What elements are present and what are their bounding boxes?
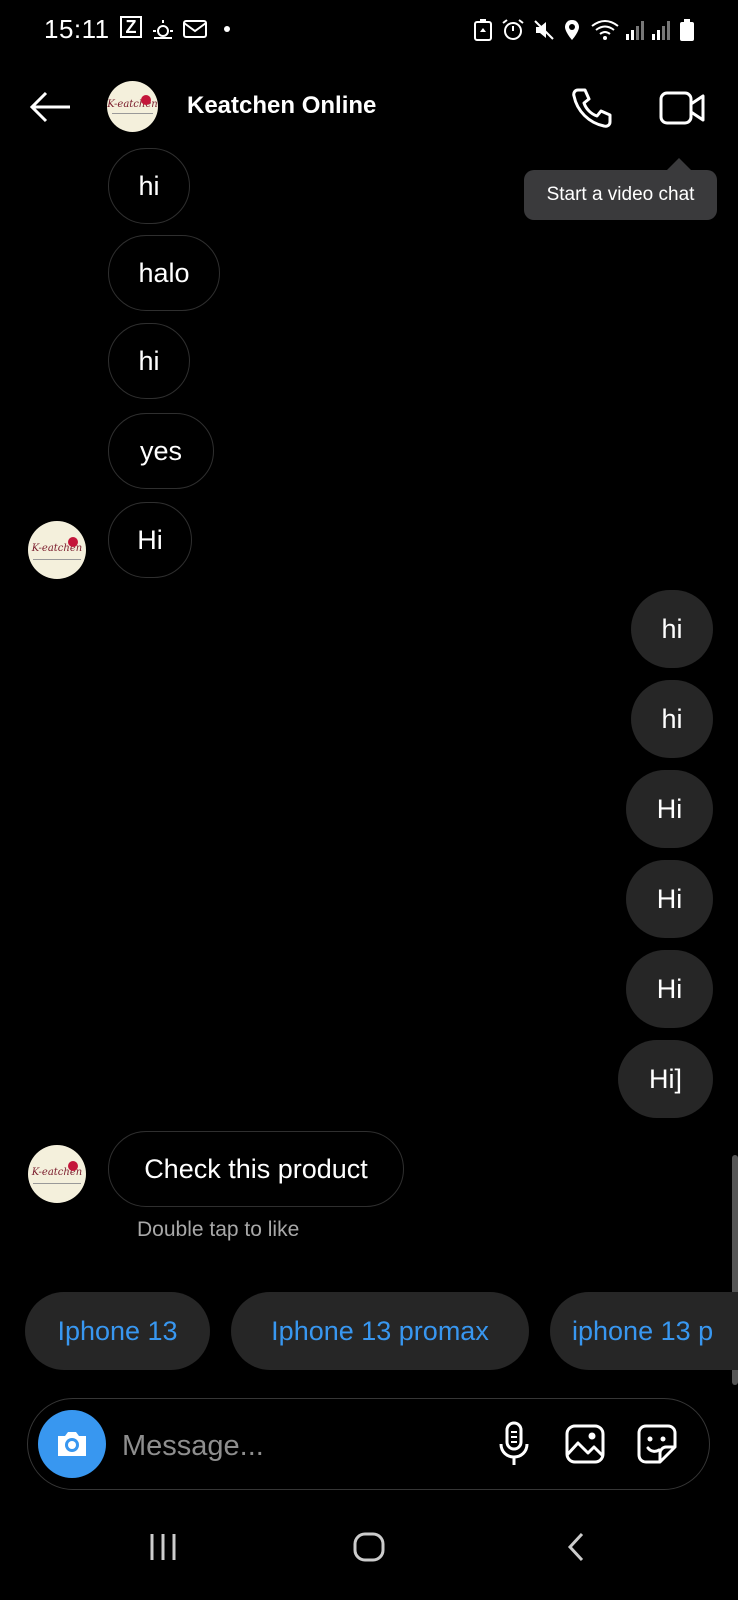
back-icon[interactable] xyxy=(564,1530,588,1564)
double-tap-hint: Double tap to like xyxy=(137,1218,300,1241)
camera-button[interactable] xyxy=(38,1410,106,1478)
incoming-message[interactable]: Check this product xyxy=(108,1131,404,1207)
gallery-icon[interactable] xyxy=(564,1423,606,1465)
incoming-message[interactable]: yes xyxy=(108,413,214,489)
alarm-icon xyxy=(502,19,524,40)
microphone-icon[interactable] xyxy=(497,1420,531,1468)
weather-icon xyxy=(153,20,173,39)
avatar-logo-line xyxy=(112,113,153,114)
mute-icon xyxy=(534,20,554,40)
status-time: 15:11 xyxy=(44,14,110,44)
incoming-message[interactable]: hi xyxy=(108,148,190,224)
z-app-icon: Z xyxy=(120,16,142,38)
battery-icon xyxy=(680,19,694,41)
outgoing-message[interactable]: Hi xyxy=(626,770,713,848)
outgoing-message[interactable]: Hi xyxy=(626,950,713,1028)
quick-reply-chip[interactable]: Iphone 13 promax xyxy=(231,1292,529,1370)
sender-avatar[interactable]: K-eatchen xyxy=(28,521,86,579)
incoming-message[interactable]: halo xyxy=(108,235,220,311)
mail-icon xyxy=(183,20,207,38)
wifi-icon xyxy=(591,20,619,40)
camera-icon xyxy=(58,1432,86,1456)
avatar-logo-text: K-eatchen xyxy=(31,1167,83,1178)
message-input[interactable] xyxy=(120,1420,464,1472)
signal-icon xyxy=(652,21,670,40)
chat-title[interactable]: Keatchen Online xyxy=(187,92,376,120)
back-arrow-icon[interactable] xyxy=(28,90,74,124)
outgoing-message[interactable]: hi xyxy=(631,680,713,758)
dot-icon xyxy=(224,26,230,32)
avatar-logo-dot xyxy=(68,1161,78,1171)
video-camera-icon[interactable] xyxy=(658,88,706,128)
avatar-logo-dot xyxy=(68,537,78,547)
quick-reply-chip[interactable]: Iphone 13 xyxy=(25,1292,210,1370)
outgoing-message[interactable]: hi xyxy=(631,590,713,668)
signal-icon xyxy=(626,21,644,40)
recent-apps-icon[interactable] xyxy=(146,1530,180,1564)
avatar-logo-line xyxy=(33,559,81,560)
location-icon xyxy=(565,20,579,40)
video-chat-tooltip: Start a video chat xyxy=(524,170,717,220)
battery-saver-icon xyxy=(474,19,492,41)
incoming-message[interactable]: hi xyxy=(108,323,190,399)
outgoing-message[interactable]: Hi] xyxy=(618,1040,713,1118)
phone-icon[interactable] xyxy=(570,86,614,130)
quick-reply-chip[interactable]: iphone 13 p xyxy=(550,1292,738,1370)
avatar-logo-text: K-eatchen xyxy=(31,543,83,554)
avatar-logo-dot xyxy=(141,95,151,105)
home-icon[interactable] xyxy=(351,1530,387,1564)
sticker-icon[interactable] xyxy=(636,1423,678,1465)
outgoing-message[interactable]: Hi xyxy=(626,860,713,938)
header-avatar[interactable]: K-eatchen xyxy=(107,81,158,132)
incoming-message[interactable]: Hi xyxy=(108,502,192,578)
avatar-logo-line xyxy=(33,1183,81,1184)
sender-avatar[interactable]: K-eatchen xyxy=(28,1145,86,1203)
